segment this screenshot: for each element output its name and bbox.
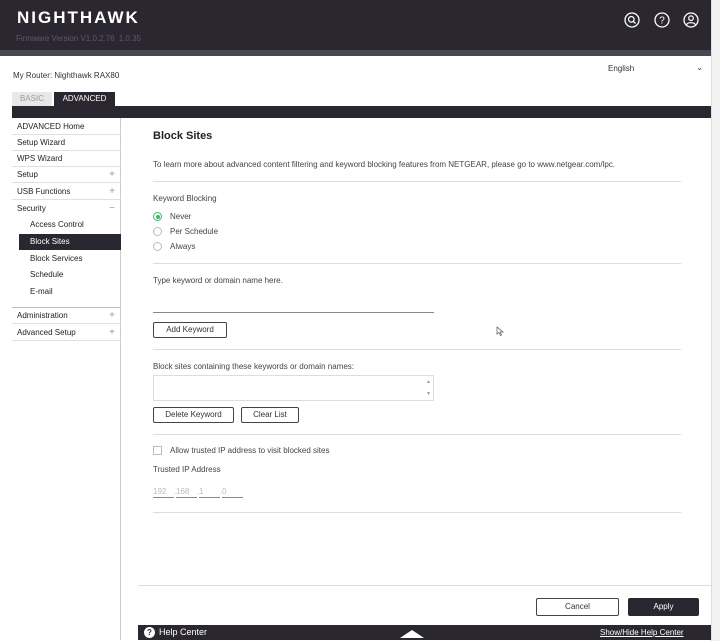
divider (153, 434, 681, 435)
divider (153, 512, 681, 513)
sidebar-item-security[interactable]: Security − (12, 200, 121, 217)
sidebar-subitem-email[interactable]: E-mail (19, 284, 121, 300)
block-list-label: Block sites containing these keywords or… (153, 362, 354, 371)
sidebar-subitem-access-control[interactable]: Access Control (19, 217, 121, 233)
ip-octet-2[interactable]: 168 (176, 485, 197, 498)
help-circle-icon: ? (144, 627, 155, 638)
mouse-cursor-icon (496, 326, 504, 336)
list-scrollbar[interactable]: ▲ ▼ (424, 376, 433, 400)
cancel-button[interactable]: Cancel (536, 598, 619, 616)
radio-always-label: Always (170, 242, 196, 251)
help-icon[interactable]: ? (654, 12, 670, 28)
sidebar-item-setup[interactable]: Setup + (12, 166, 121, 183)
allow-trusted-checkbox[interactable] (153, 446, 162, 455)
page-scrollbar[interactable] (711, 0, 720, 641)
expand-icon: + (109, 186, 115, 197)
user-icon[interactable] (683, 12, 699, 28)
keyword-input[interactable] (153, 301, 434, 313)
svg-text:?: ? (659, 16, 665, 27)
expand-icon: + (109, 169, 115, 180)
ip-octet-1[interactable]: 192 (153, 485, 174, 498)
show-hide-help-link[interactable]: Show/Hide Help Center (600, 628, 684, 637)
top-header: NIGHTHAWK Firmware Version V1.0.2.76 1.0.… (0, 0, 711, 50)
sidebar-subitem-block-sites[interactable]: Block Sites (19, 234, 121, 250)
keyword-input-label: Type keyword or domain name here. (153, 276, 283, 285)
router-label: My Router: Nighthawk RAX80 (13, 71, 120, 80)
ip-octet-3[interactable]: 1 (199, 485, 220, 498)
sidebar-item-usb-functions[interactable]: USB Functions + (12, 183, 121, 200)
language-select[interactable]: English ⌄ (608, 63, 703, 73)
divider (153, 263, 681, 264)
radio-always[interactable] (153, 242, 162, 251)
sidebar-item-administration[interactable]: Administration + (12, 307, 121, 324)
sidebar-item-wps-wizard[interactable]: WPS Wizard (12, 150, 121, 167)
help-center-bar: ? Help Center Show/Hide Help Center (138, 625, 711, 640)
language-value: English (608, 64, 635, 73)
keyword-blocking-label: Keyword Blocking (153, 194, 217, 203)
sidebar-subitem-schedule[interactable]: Schedule (19, 267, 121, 283)
sidebar-item-advanced-home[interactable]: ADVANCED Home (12, 118, 121, 135)
search-icon[interactable] (624, 12, 640, 28)
expand-icon: + (109, 310, 115, 321)
tab-basic[interactable]: BASIC (12, 92, 52, 106)
radio-per-schedule[interactable] (153, 227, 162, 236)
main-content: Block Sites To learn more about advanced… (138, 118, 711, 640)
expand-arrow-icon[interactable] (400, 630, 424, 638)
header-strip (0, 50, 711, 56)
add-keyword-button[interactable]: Add Keyword (153, 322, 227, 338)
radio-never[interactable] (153, 212, 162, 221)
clear-list-button[interactable]: Clear List (241, 407, 299, 423)
netgear-logo: NIGHTHAWK (17, 8, 140, 27)
trusted-ip-label: Trusted IP Address (153, 465, 221, 474)
tab-advanced[interactable]: ADVANCED (54, 92, 115, 106)
page-title: Block Sites (153, 130, 213, 142)
ip-octet-4[interactable]: 0 (222, 485, 243, 498)
allow-trusted-label: Allow trusted IP address to visit blocke… (170, 446, 330, 455)
apply-button[interactable]: Apply (628, 598, 699, 616)
chevron-down-icon: ⌄ (696, 63, 703, 72)
divider (153, 181, 681, 182)
intro-text: To learn more about advanced content fil… (153, 160, 616, 169)
tab-underbar (12, 106, 711, 118)
sidebar-item-advanced-setup[interactable]: Advanced Setup + (12, 324, 121, 341)
sidebar-subitem-block-services[interactable]: Block Services (19, 251, 121, 267)
sidebar-item-setup-wizard[interactable]: Setup Wizard (12, 134, 121, 151)
expand-icon: + (109, 327, 115, 338)
collapse-icon: − (109, 203, 115, 214)
keyword-list[interactable]: ▲ ▼ (153, 375, 434, 401)
help-center-label: Help Center (159, 627, 208, 637)
radio-never-label: Never (170, 212, 192, 221)
delete-keyword-button[interactable]: Delete Keyword (153, 407, 234, 423)
sidebar: ADVANCED Home Setup Wizard WPS Wizard Se… (12, 118, 121, 640)
firmware-version: Firmware Version V1.0.2.76 1.0.35 (16, 34, 141, 43)
radio-per-schedule-label: Per Schedule (170, 227, 219, 236)
footer-divider (138, 585, 711, 586)
divider (153, 349, 681, 350)
